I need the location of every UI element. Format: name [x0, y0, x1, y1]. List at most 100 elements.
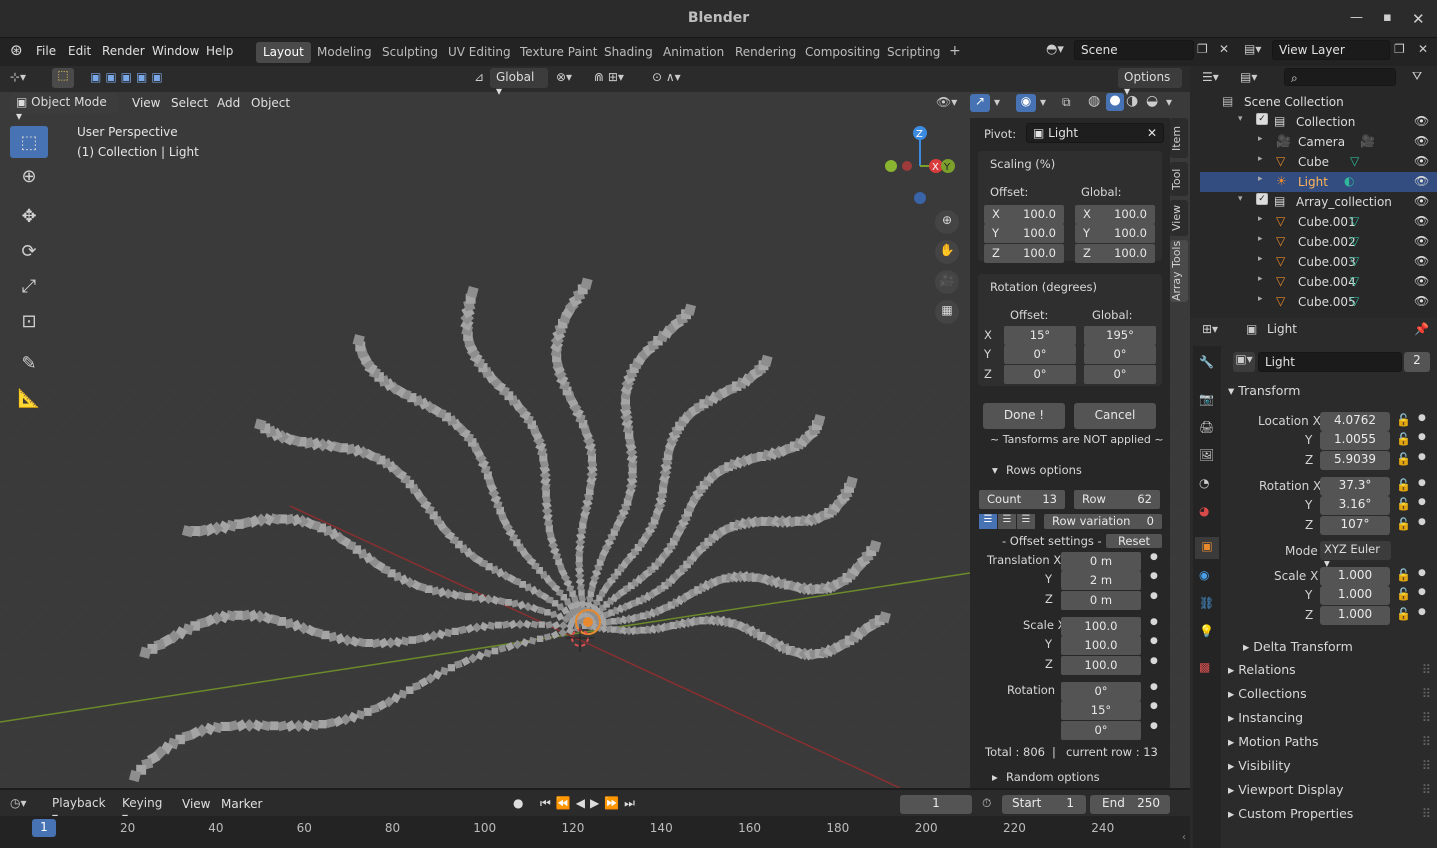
viewport-menu-view[interactable]: View	[132, 96, 160, 110]
outliner-row[interactable]: ▾ ✓ ▤ Array_collection 👁	[1200, 192, 1437, 212]
lock-icon[interactable]: 🔓	[1396, 568, 1411, 582]
location-field-1[interactable]: 1.0055	[1320, 431, 1390, 450]
pin-icon[interactable]: 📌	[1414, 322, 1429, 336]
keyframe-dot-icon[interactable]: ●	[1418, 413, 1426, 423]
record-icon[interactable]: ●	[513, 796, 523, 810]
perspective-toggle-icon[interactable]: ▦	[935, 300, 959, 324]
light-data-icon[interactable]: ◐	[1344, 174, 1354, 188]
data-browse-icon[interactable]: ▣▾	[1233, 352, 1255, 372]
keyframe-dot-icon[interactable]: ●	[1150, 682, 1158, 692]
eye-icon[interactable]: 👁	[1414, 174, 1429, 188]
timeline-editor-icon[interactable]: ◷▾	[10, 796, 27, 810]
scale-tool-icon[interactable]: ⤢	[10, 270, 48, 302]
output-tab-icon[interactable]: 🖨	[1199, 420, 1214, 434]
translation-field-0[interactable]: 0 m	[1061, 552, 1141, 571]
drag-handle-icon[interactable]: ⠿	[1422, 758, 1431, 773]
delta-transform-header[interactable]: ▸ Delta Transform	[1243, 639, 1433, 661]
keyframe-dot-icon[interactable]: ●	[1150, 656, 1158, 666]
users-count[interactable]: 2	[1404, 352, 1430, 372]
expand-right-icon[interactable]: ▸	[1258, 214, 1263, 224]
current-frame-field[interactable]: 1	[900, 795, 972, 814]
scale-field-0[interactable]: 100.0	[1061, 617, 1141, 636]
tab-scripting[interactable]: Scripting	[880, 42, 947, 63]
expand-right-icon[interactable]: ▸	[1258, 254, 1263, 264]
outliner-row[interactable]: ▤ Scene Collection	[1200, 92, 1437, 112]
add-workspace-icon[interactable]: +	[942, 40, 968, 61]
keyframe-dot-icon[interactable]: ●	[1418, 478, 1426, 488]
tab-layout[interactable]: Layout	[256, 42, 311, 63]
expand-right-icon[interactable]: ▸	[1258, 174, 1263, 184]
outliner-search-input[interactable]: ⌕	[1284, 68, 1396, 86]
light-data-tab-icon[interactable]: 💡	[1199, 624, 1214, 638]
clock-icon[interactable]: ⏱	[982, 796, 991, 811]
mesh-data-icon[interactable]: ▽	[1350, 274, 1359, 288]
expand-right-icon[interactable]: ▸	[1258, 274, 1263, 284]
panel-relations[interactable]: ▸ Relations ⠿	[1228, 662, 1433, 684]
navigation-gizmo[interactable]: Z X Y	[880, 122, 960, 212]
cursor-tool-icon[interactable]: ⊕	[10, 160, 48, 192]
lock-icon[interactable]: 🔓	[1396, 497, 1411, 511]
expand-right-icon[interactable]: ▸	[1258, 294, 1263, 304]
properties-editor-icon[interactable]: ⊞▾	[1202, 322, 1218, 336]
rotation-field-1[interactable]: 15°	[1061, 701, 1141, 720]
location-field-2[interactable]: 5.9039	[1320, 451, 1390, 470]
outliner-row[interactable]: ▸ ▽ Cube.002 ▽ 👁	[1200, 232, 1437, 252]
row-field[interactable]: Row 62	[1074, 490, 1160, 509]
xray-icon[interactable]: ⧉	[1062, 95, 1071, 110]
eye-icon[interactable]: 👁	[1414, 274, 1429, 288]
mesh-data-icon[interactable]: ▽	[1350, 214, 1359, 228]
delete-scene-icon[interactable]: ✕	[1219, 42, 1229, 56]
shading-solid-icon[interactable]: ●	[1106, 93, 1124, 111]
minimize-icon[interactable]: —	[1350, 10, 1363, 25]
tab-texture-paint[interactable]: Texture Paint	[513, 42, 604, 63]
count-field[interactable]: Count 13	[979, 490, 1065, 509]
outliner-row[interactable]: ▾ ✓ ▤ Collection 👁	[1200, 112, 1437, 132]
pan-hand-icon[interactable]: ✋	[935, 240, 959, 264]
outliner-editor-icon[interactable]: ☰▾	[1202, 70, 1219, 84]
outliner-row[interactable]: ▸ ☀ Light ◐ 👁	[1200, 172, 1437, 192]
eye-icon[interactable]: 👁	[1414, 254, 1429, 268]
panel-viewport-display[interactable]: ▸ Viewport Display ⠿	[1228, 782, 1433, 804]
transform-tool-icon[interactable]: ⊡	[10, 305, 48, 337]
lock-icon[interactable]: 🔓	[1396, 452, 1411, 466]
tab-item[interactable]: Item	[1170, 118, 1188, 158]
tool-tab-icon[interactable]: 🔧	[1199, 355, 1214, 369]
snap-icon[interactable]: ⋒ ⊞▾	[594, 70, 624, 84]
align-center-icon[interactable]: ☰	[998, 514, 1016, 529]
expand-right-icon[interactable]: ▸	[1258, 234, 1263, 244]
keyframe-dot-icon[interactable]: ●	[1150, 571, 1158, 581]
close-icon[interactable]: ✕	[1412, 10, 1425, 28]
outliner-row[interactable]: ▸ ▽ Cube.003 ▽ 👁	[1200, 252, 1437, 272]
eye-icon[interactable]: 👁	[1414, 114, 1429, 128]
panel-instancing[interactable]: ▸ Instancing ⠿	[1228, 710, 1433, 732]
gizmo-toggle-icon[interactable]: ↗	[970, 94, 990, 112]
selection-mode-icons[interactable]: ▣▣▣▣▣	[90, 70, 167, 84]
render-tab-icon[interactable]: 📷	[1199, 392, 1214, 406]
drag-handle-icon[interactable]: ⠿	[1422, 806, 1431, 821]
shading-rendered-icon[interactable]: ◒	[1146, 93, 1158, 109]
rot-offset-z-field[interactable]: 0°	[1004, 365, 1076, 384]
keyframe-dot-icon[interactable]: ●	[1150, 636, 1158, 646]
pivot-icon[interactable]: ⊗▾	[556, 70, 572, 84]
location-field-0[interactable]: 4.0762	[1320, 412, 1390, 431]
overlay-dropdown-icon[interactable]: ▾	[1040, 95, 1046, 109]
rotation-mode-dropdown[interactable]: XYZ Euler ▾	[1320, 541, 1391, 570]
eye-icon[interactable]: 👁	[1414, 194, 1429, 208]
rows-chevron-icon[interactable]: ▾	[992, 463, 998, 477]
move-tool-icon[interactable]: ✥	[10, 200, 48, 232]
proportional-edit-icon[interactable]: ⊙ ∧▾	[652, 70, 681, 84]
mesh-data-icon[interactable]: ▽	[1350, 254, 1359, 268]
checkbox-icon[interactable]: ✓	[1256, 193, 1268, 205]
scale-global-x-field[interactable]: X 100.0	[1075, 205, 1155, 224]
menu-window[interactable]: Window	[152, 44, 199, 58]
drag-handle-icon[interactable]: ⠿	[1422, 782, 1431, 797]
select-box-icon[interactable]: ⬚	[52, 68, 74, 88]
keying-menu[interactable]: Keying ▾	[116, 794, 174, 824]
options-dropdown[interactable]: Options ▾	[1118, 68, 1182, 98]
orientation-dropdown[interactable]: Global ▾	[490, 68, 548, 98]
measure-tool-icon[interactable]: 📐	[10, 382, 48, 414]
pivot-field[interactable]: ▣ Light ✕	[1026, 123, 1164, 143]
row-variation-field[interactable]: Row variation 0	[1044, 514, 1162, 529]
view-layer-icon[interactable]: ▤▾	[1244, 42, 1261, 56]
expand-right-icon[interactable]: ▸	[1258, 134, 1263, 144]
